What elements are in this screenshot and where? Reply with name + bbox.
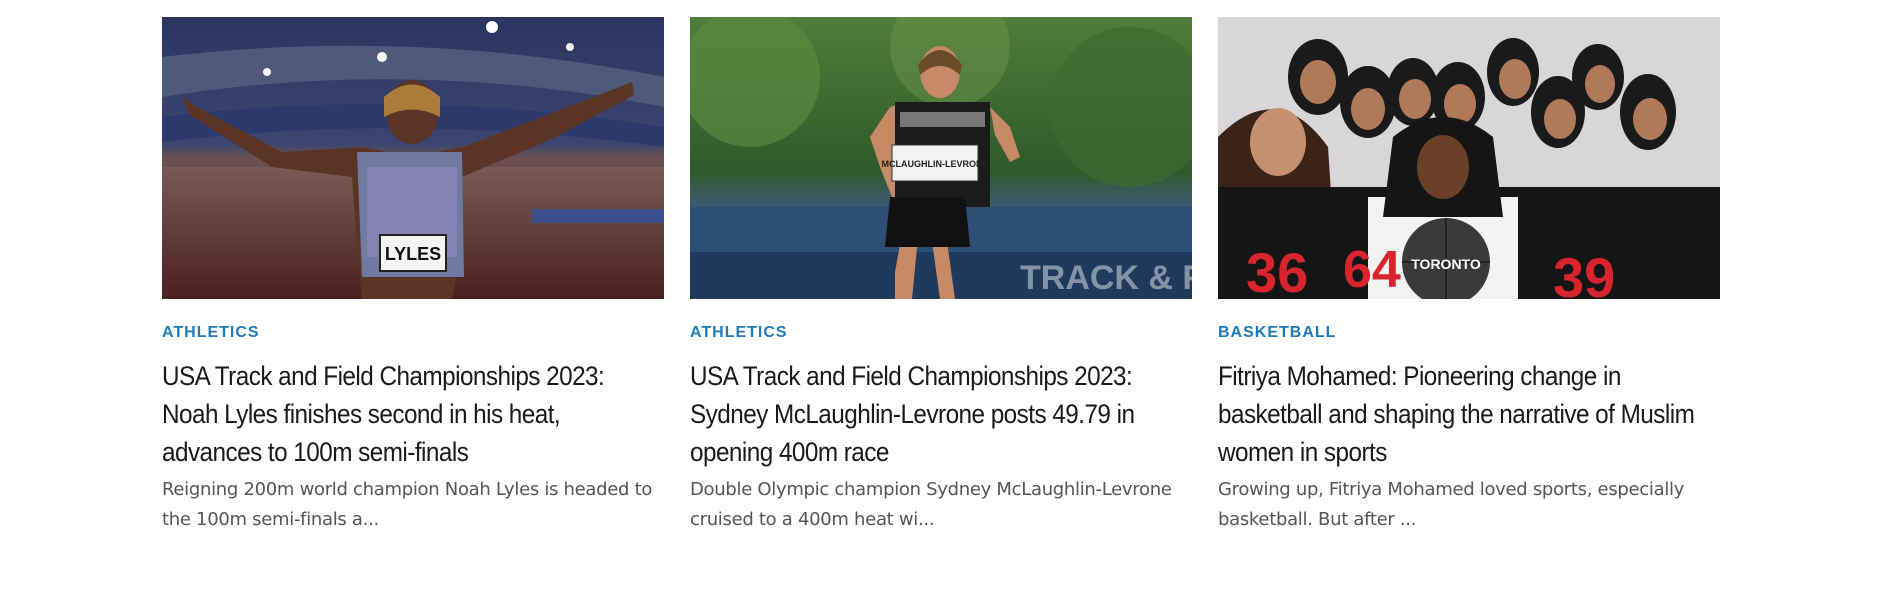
article-category[interactable]: ATHLETICS	[690, 323, 1192, 343]
svg-text:36: 36	[1246, 241, 1308, 299]
article-thumbnail[interactable]: TRACK & FI MCLAUGHLIN-LEVRONE	[690, 17, 1192, 299]
article-category[interactable]: BASKETBALL	[1218, 323, 1720, 343]
article-category[interactable]: ATHLETICS	[162, 323, 664, 343]
article-excerpt: Reigning 200m world champion Noah Lyles …	[162, 479, 653, 530]
svg-text:TORONTO: TORONTO	[1411, 256, 1481, 272]
svg-text:TRACK & FI: TRACK & FI	[1020, 259, 1192, 297]
article-thumbnail[interactable]: LYLES	[162, 17, 664, 299]
svg-text:64: 64	[1343, 241, 1401, 299]
article-title[interactable]: Fitriya Mohamed: Pioneering change in ba…	[1218, 357, 1718, 471]
article-excerpt: Double Olympic champion Sydney McLaughli…	[690, 479, 1172, 530]
article-excerpt: Growing up, Fitriya Mohamed loved sports…	[1218, 479, 1685, 530]
article-title[interactable]: USA Track and Field Championships 2023: …	[162, 357, 662, 471]
article-grid: LYLES ATHLETICS USA Track and Field Cham…	[162, 17, 1720, 535]
article-card[interactable]: TRACK & FI MCLAUGHLIN-LEVRONE ATHLETICS …	[690, 17, 1192, 535]
article-title[interactable]: USA Track and Field Championships 2023: …	[690, 357, 1190, 471]
svg-text:MCLAUGHLIN-LEVRONE: MCLAUGHLIN-LEVRONE	[882, 159, 989, 169]
svg-text:LYLES: LYLES	[385, 244, 441, 264]
article-card[interactable]: LYLES ATHLETICS USA Track and Field Cham…	[162, 17, 664, 535]
svg-text:39: 39	[1553, 246, 1615, 299]
article-card[interactable]: TORONTO 36 64 39 BASKETBALL Fitriya Moha…	[1218, 17, 1720, 535]
article-thumbnail[interactable]: TORONTO 36 64 39	[1218, 17, 1720, 299]
